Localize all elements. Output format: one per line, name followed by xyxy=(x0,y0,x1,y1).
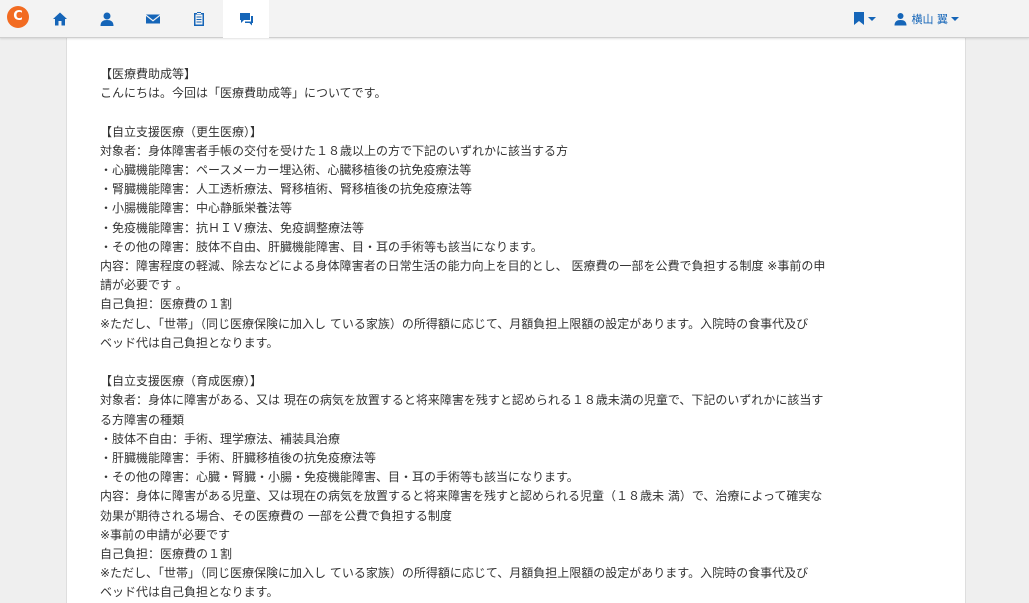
message-line: ※ただし、「世帯」（同じ医療保険に加入し ている家族）の所得額に応じて、月額負担… xyxy=(100,316,809,331)
message-line: こんにちは。今回は「医療費助成等」についてです。 xyxy=(100,86,387,101)
message-line xyxy=(100,353,955,372)
app-logo[interactable]: C xyxy=(7,6,29,28)
message-line: ・小腸機能障害：中心静脈栄養法等 xyxy=(100,201,293,216)
nav-home-button[interactable] xyxy=(37,0,83,37)
mail-icon xyxy=(146,14,160,23)
chevron-down-icon xyxy=(951,16,959,21)
nav-chat-button[interactable] xyxy=(223,0,269,38)
message-line: 内容：障害程度の軽減、除去などによる身体障害者の日常生活の能力向上を目的とし、 … xyxy=(100,259,826,274)
clipboard-icon xyxy=(194,11,204,26)
message-line xyxy=(100,103,955,122)
message-line: ・その他の障害：肢体不自由、肝臓機能障害、目・耳の手術等も該当になります。 xyxy=(100,239,543,254)
chevron-down-icon xyxy=(867,16,876,21)
message-line: 対象者：身体障害者手帳の交付を受けた１８歳以上の方で下記のいずれかに該当する方 xyxy=(100,143,569,158)
message-line: ※ただし、「世帯」（同じ医療保険に加入し ている家族）の所得額に応じて、月額負担… xyxy=(100,566,809,581)
message-line: 【自立支援医療（育成医療）】 xyxy=(100,374,263,389)
message-line: ・腎臓機能障害：人工透析療法、腎移植術、腎移植後の抗免疫療法等 xyxy=(100,182,473,197)
nav-mail-button[interactable] xyxy=(130,0,176,37)
message-line: ※事前の申請が必要です xyxy=(100,527,231,542)
user-name: 横山 翼 xyxy=(911,12,949,26)
message-line: 【医療費助成等】 xyxy=(100,67,197,81)
top-navigation-bar: C 横山 翼 xyxy=(0,0,1029,38)
message-line: ・肝臓機能障害：手術、肝臓移植後の抗免疫療法等 xyxy=(100,451,377,466)
message-line: ・肢体不自由：手術、理学療法、補装具治療 xyxy=(100,431,341,446)
message-body: 【医療費助成等】こんにちは。今回は「医療費助成等」についてです。 【自立支援医療（… xyxy=(100,65,955,603)
message-line: 効果が期待される場合、その医療費の 一部を公費で負担する制度 xyxy=(100,508,452,523)
bookmark-icon xyxy=(853,12,864,25)
bookmark-menu[interactable] xyxy=(853,11,876,26)
message-line: 対象者：身体に障害がある、又は 現在の病気を放置すると将来障害を残すと認められる… xyxy=(100,393,824,408)
message-line: る方障害の種類 xyxy=(100,412,185,427)
nav-user-button[interactable] xyxy=(84,0,130,37)
message-line: ・免疫機能障害：抗ＨＩＶ療法、免疫調整療法等 xyxy=(100,220,365,235)
message-line: ・心臓機能障害：ペースメーカー埋込術、心臓移植後の抗免疫療法等 xyxy=(100,163,472,177)
user-menu[interactable]: 横山 翼 xyxy=(894,11,959,27)
message-line: 内容：身体に障害がある児童、又は現在の病気を放置すると将来障害を残すと認められる… xyxy=(100,489,823,504)
message-line: 【自立支援医療（更生医療）】 xyxy=(100,124,263,139)
user-icon xyxy=(100,12,114,26)
nav-memo-button[interactable] xyxy=(176,0,222,37)
home-icon xyxy=(53,12,67,25)
message-line: 自己負担：医療費の１割 xyxy=(100,297,233,312)
message-panel: 【医療費助成等】こんにちは。今回は「医療費助成等」についてです。 【自立支援医療（… xyxy=(66,38,966,603)
message-line: ベッド代は自己負担となります。 xyxy=(100,335,279,350)
message-line: ベッド代は自己負担となります。 xyxy=(100,585,279,600)
message-line: ・その他の障害：心臓・腎臓・小腸・免疫機能障害、目・耳の手術等も該当になります。 xyxy=(100,470,579,485)
message-line: 請が必要です 。 xyxy=(100,278,188,293)
chat-icon xyxy=(240,13,253,26)
user-icon xyxy=(894,12,906,25)
message-line: 自己負担：医療費の１割 xyxy=(100,547,233,562)
